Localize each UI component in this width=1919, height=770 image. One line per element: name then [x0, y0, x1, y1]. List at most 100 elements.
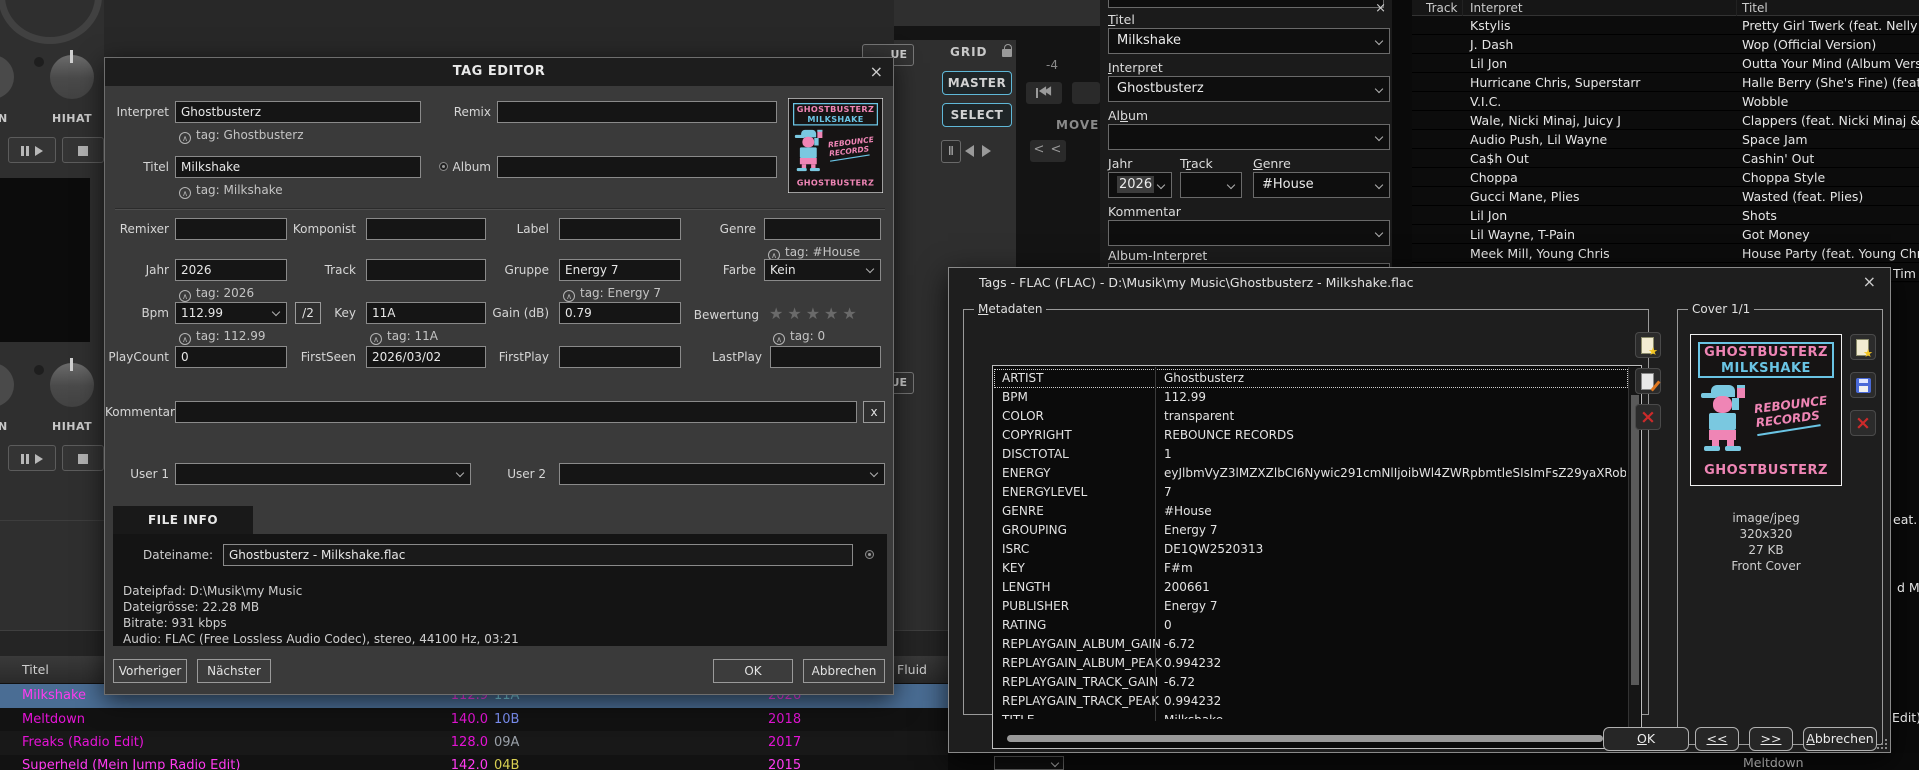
- track-row[interactable]: Lil Wayne, T-PainGot Money: [1412, 225, 1919, 244]
- genre-field[interactable]: [764, 218, 881, 240]
- user2-combobox[interactable]: [559, 463, 885, 485]
- grid-nudge-left-icon[interactable]: [965, 145, 974, 157]
- gruppe-field[interactable]: Energy 7: [559, 259, 681, 281]
- metadata-row[interactable]: GROUPINGEnergy 7: [994, 521, 1628, 540]
- label-field[interactable]: [559, 218, 681, 240]
- sampler-volume-knob[interactable]: [50, 363, 94, 407]
- tags-dialog-titlebar[interactable]: Tags - FLAC (FLAC) - D:\Musik\my Music\G…: [949, 268, 1890, 296]
- delete-tag-button[interactable]: ×: [1635, 404, 1661, 430]
- close-icon[interactable]: ×: [1375, 1, 1386, 17]
- close-icon[interactable]: ×: [870, 64, 883, 80]
- track-row[interactable]: Lil JonOutta Your Mind (Album Version (: [1412, 54, 1919, 73]
- ok-button[interactable]: OK: [1603, 727, 1689, 751]
- genre-combobox[interactable]: #House: [1253, 172, 1390, 198]
- previous-button[interactable]: Vorheriger: [113, 659, 187, 683]
- column-header-fluid[interactable]: Fluid: [897, 662, 927, 677]
- track-row[interactable]: V.I.C.Wobble: [1412, 92, 1919, 111]
- cover-thumbnail[interactable]: GHOSTBUSTERZMILKSHAKE REBOUNCERECORDS GH…: [788, 98, 883, 193]
- grid-master-button[interactable]: MASTER: [942, 71, 1012, 95]
- tag-editor-titlebar[interactable]: TAG EDITOR ×: [105, 58, 893, 86]
- key-field[interactable]: 11A: [366, 302, 486, 324]
- kommentar-clear-button[interactable]: x: [863, 401, 885, 423]
- kommentar-field[interactable]: [175, 401, 857, 423]
- add-tag-button[interactable]: ★: [1635, 332, 1661, 358]
- komponist-field[interactable]: [366, 218, 486, 240]
- save-cover-button[interactable]: [1850, 372, 1876, 398]
- user1-combobox[interactable]: [175, 463, 471, 485]
- ok-button[interactable]: OK: [713, 659, 793, 683]
- firstseen-field[interactable]: 2026/03/02: [366, 346, 486, 368]
- track-field[interactable]: [366, 259, 486, 281]
- remix-field[interactable]: [497, 101, 777, 123]
- farbe-combobox[interactable]: Kein: [764, 259, 881, 281]
- column-header-track[interactable]: Track: [1426, 1, 1457, 15]
- sampler-volume-knob[interactable]: [50, 55, 94, 99]
- metadata-row[interactable]: ENERGYeyJlbmVyZ3lMZXZlbCI6Nywic291cmNlIj…: [994, 464, 1628, 483]
- metadata-row[interactable]: KEYF#m: [994, 559, 1628, 578]
- column-header-titel[interactable]: Titel: [22, 662, 49, 677]
- track-row[interactable]: Meek Mill, Young ChrisHouse Party (feat.…: [1412, 244, 1919, 263]
- rating-stars[interactable]: ★★★★★: [769, 304, 861, 323]
- lastplay-field[interactable]: [770, 346, 881, 368]
- gain-field[interactable]: 0.79: [559, 302, 681, 324]
- metadata-row[interactable]: REPLAYGAIN_ALBUM_PEAK0.994232: [994, 654, 1628, 673]
- metadata-row-selected[interactable]: ARTISTGhostbusterz: [994, 369, 1628, 388]
- bpm-combobox[interactable]: 112.99: [175, 302, 287, 324]
- metadata-row[interactable]: LENGTH200661: [994, 578, 1628, 597]
- metadata-row[interactable]: ENERGYLEVEL7: [994, 483, 1628, 502]
- metadata-row[interactable]: REPLAYGAIN_TRACK_PEAK0.994232: [994, 692, 1628, 711]
- titel-combobox[interactable]: Milkshake: [1108, 28, 1390, 54]
- edit-tag-button[interactable]: [1635, 368, 1661, 394]
- track-row[interactable]: Wale, Nicki Minaj, Juicy JClappers (feat…: [1412, 111, 1919, 130]
- album-field[interactable]: [497, 156, 777, 178]
- kommentar-combobox[interactable]: [1108, 220, 1390, 246]
- track-row[interactable]: KstylisPretty Girl Twerk (feat. Nelly & …: [1412, 16, 1919, 35]
- cancel-button[interactable]: Abbrechen: [1803, 727, 1877, 751]
- metadata-table[interactable]: ARTISTGhostbusterz BPM112.99 COLORtransp…: [992, 365, 1642, 749]
- column-header-titel[interactable]: Titel: [1742, 1, 1768, 15]
- next-file-button[interactable]: >>: [1749, 727, 1793, 751]
- add-cover-button[interactable]: ★: [1850, 334, 1876, 360]
- track-row[interactable]: J. DashWop (Official Version): [1412, 35, 1919, 54]
- track-row[interactable]: Lil JonShots: [1412, 206, 1919, 225]
- metadata-row[interactable]: RATING0: [994, 616, 1628, 635]
- metadata-row[interactable]: COLORtransparent: [994, 407, 1628, 426]
- sampler-play-pause-button[interactable]: [8, 445, 56, 471]
- cancel-button[interactable]: Abbrechen: [803, 659, 885, 683]
- sampler-play-pause-button[interactable]: [8, 137, 56, 163]
- metadata-row[interactable]: ISRCDE1QW2520313: [994, 540, 1628, 559]
- metadata-row[interactable]: DISCTOTAL1: [994, 445, 1628, 464]
- previous-file-button[interactable]: <<: [1695, 727, 1739, 751]
- track-row[interactable]: Ca$h OutCashin' Out: [1412, 149, 1919, 168]
- track-row[interactable]: Meltdown 140.0 10B 2018: [0, 708, 948, 732]
- track-row[interactable]: Gucci Mane, PliesWasted (feat. Plies): [1412, 187, 1919, 206]
- metadata-row[interactable]: BPM112.99: [994, 388, 1628, 407]
- metadata-row[interactable]: REPLAYGAIN_TRACK_GAIN-6.72: [994, 673, 1628, 692]
- firstplay-field[interactable]: [559, 346, 681, 368]
- dateiname-field[interactable]: Ghostbusterz - Milkshake.flac: [223, 544, 853, 566]
- titel-field[interactable]: Milkshake: [175, 156, 421, 178]
- track-combobox[interactable]: [1180, 172, 1242, 198]
- lock-icon[interactable]: [1002, 49, 1012, 57]
- grid-nudge-right-icon[interactable]: [982, 145, 991, 157]
- skip-forward-button-clipped[interactable]: [1072, 82, 1100, 104]
- track-row[interactable]: Superheld (Mein Jump Radio Edit) 142.0 0…: [0, 754, 948, 770]
- interpret-combobox[interactable]: Ghostbusterz: [1108, 76, 1390, 102]
- next-button[interactable]: Nächster: [197, 659, 271, 683]
- metadata-row[interactable]: REPLAYGAIN_ALBUM_GAIN-6.72: [994, 635, 1628, 654]
- metadata-row[interactable]: COPYRIGHTREBOUNCE RECORDS: [994, 426, 1628, 445]
- playcount-field[interactable]: 0: [175, 346, 287, 368]
- close-icon[interactable]: ×: [1863, 274, 1876, 290]
- move-left-button[interactable]: < <: [1030, 140, 1066, 162]
- delete-cover-button[interactable]: ×: [1850, 410, 1876, 436]
- track-row[interactable]: Hurricane Chris, SuperstarrHalle Berry (…: [1412, 73, 1919, 92]
- file-info-tab[interactable]: FILE INFO: [113, 506, 253, 534]
- horizontal-scrollbar[interactable]: [1007, 735, 1603, 742]
- clipped-combo[interactable]: [1108, 0, 1384, 8]
- jahr-field[interactable]: 2026: [175, 259, 287, 281]
- resize-grip[interactable]: [1877, 739, 1887, 749]
- scrollbar-thumb[interactable]: [1631, 395, 1639, 685]
- metadata-row[interactable]: PUBLISHEREnergy 7: [994, 597, 1628, 616]
- rename-indicator-dot[interactable]: [865, 550, 874, 559]
- metadata-row[interactable]: GENRE#House: [994, 502, 1628, 521]
